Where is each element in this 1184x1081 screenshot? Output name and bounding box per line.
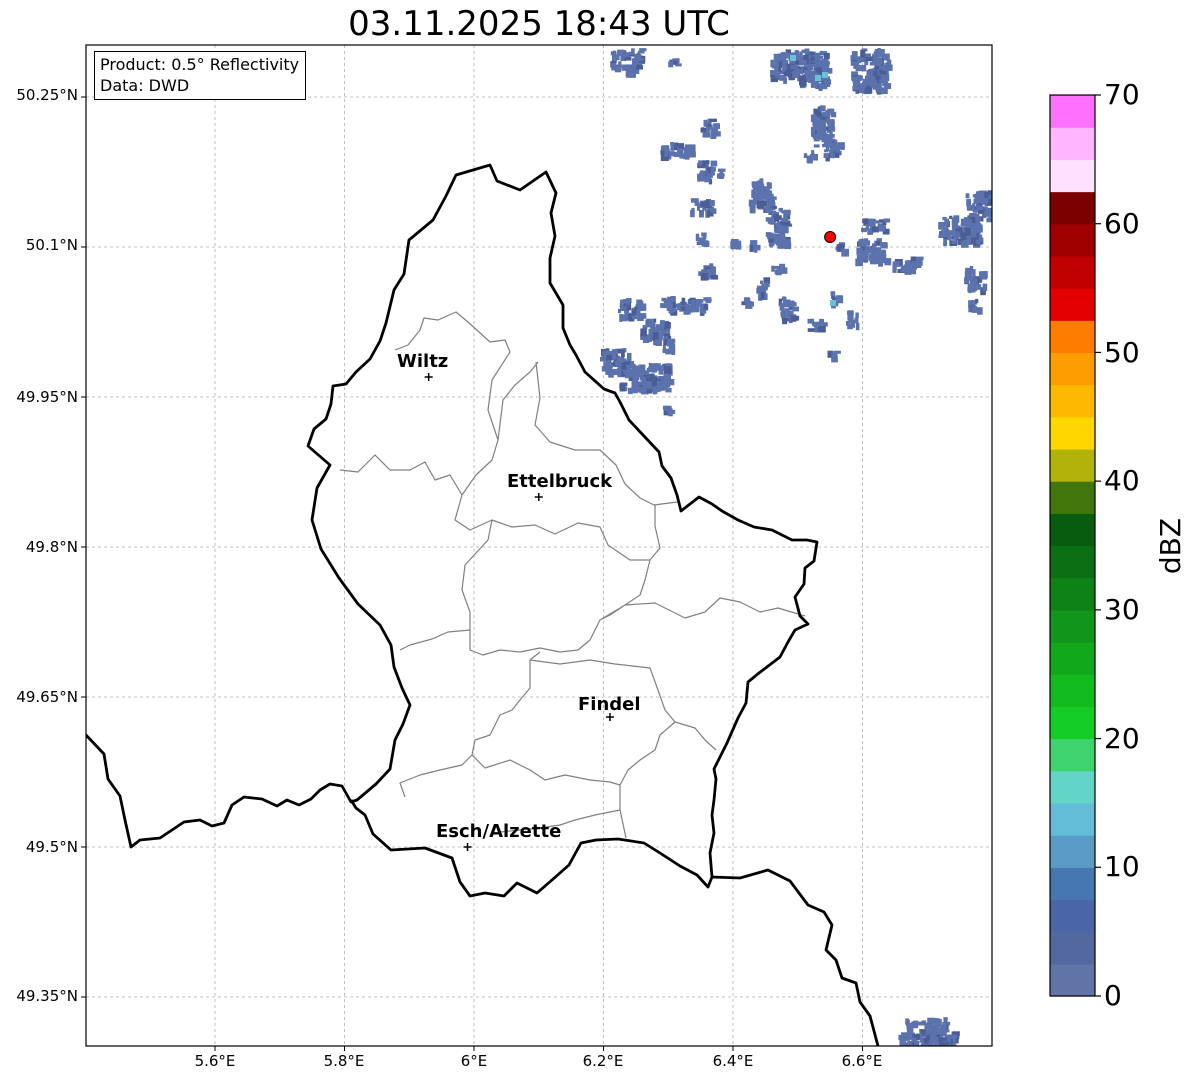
colorbar-swatch [1050, 835, 1095, 868]
city-label-findel: Findel [578, 694, 641, 715]
radar-site-marker [824, 231, 837, 243]
colorbar-swatch [1050, 963, 1095, 997]
colorbar-swatch [1050, 481, 1095, 514]
product-label: Product: 0.5° Reflectivity [100, 55, 300, 74]
colorbar-swatch [1050, 127, 1095, 160]
colorbar-swatch [1050, 223, 1095, 257]
colorbar-tick: 50 [1104, 336, 1140, 369]
colorbar-swatch [1050, 642, 1095, 675]
colorbar-swatch [1050, 255, 1095, 289]
colorbar-swatch [1050, 867, 1095, 901]
colorbar-tick: 10 [1104, 850, 1140, 883]
colorbar-swatch [1050, 191, 1095, 225]
colorbar-swatch [1050, 159, 1095, 193]
data-source-label: Data: DWD [100, 76, 190, 95]
product-info-box: Product: 0.5° Reflectivity Data: DWD [94, 51, 307, 100]
colorbar-swatch [1050, 513, 1095, 547]
colorbar-tick: 20 [1104, 722, 1140, 755]
colorbar-swatch [1050, 609, 1095, 643]
colorbar-swatch [1050, 770, 1095, 804]
lat-label: 49.35°N [16, 987, 78, 1005]
colorbar-swatch [1050, 802, 1095, 836]
colorbar [1050, 95, 1095, 997]
city-label-wiltz: Wiltz [397, 351, 449, 372]
colorbar-swatch [1050, 674, 1095, 707]
colorbar-swatch [1050, 95, 1095, 128]
lat-label: 50.25°N [16, 86, 78, 104]
lat-label: 49.65°N [16, 688, 78, 706]
colorbar-tick: 30 [1104, 593, 1140, 626]
colorbar-swatch [1050, 899, 1095, 933]
lat-label: 49.8°N [25, 538, 78, 556]
colorbar-tick: 60 [1104, 207, 1140, 240]
city-label-esch-alzette: Esch/Alzette [436, 821, 562, 842]
radar-map [81, 44, 1101, 1051]
lon-label: 6.2°E [582, 1052, 624, 1070]
colorbar-swatch [1050, 288, 1095, 321]
colorbar-swatch [1050, 320, 1095, 354]
colorbar-swatch [1050, 384, 1095, 418]
lon-label: 6.4°E [712, 1052, 754, 1070]
colorbar-tick: 40 [1104, 464, 1140, 497]
colorbar-swatch [1050, 738, 1095, 772]
lon-label: 5.6°E [194, 1052, 236, 1070]
colorbar-swatch [1050, 931, 1095, 965]
colorbar-tick: 70 [1104, 78, 1140, 111]
lon-label: 5.8°E [323, 1052, 365, 1070]
city-label-ettelbruck: Ettelbruck [507, 471, 613, 492]
colorbar-swatch [1050, 577, 1095, 611]
colorbar-swatch [1050, 448, 1095, 482]
lon-label: 6°E [460, 1052, 488, 1070]
lat-label: 50.1°N [25, 236, 78, 254]
colorbar-swatch [1050, 352, 1095, 386]
lat-label: 49.5°N [25, 838, 78, 856]
lon-label: 6.6°E [841, 1052, 883, 1070]
colorbar-swatch [1050, 416, 1095, 450]
lat-label: 49.95°N [16, 388, 78, 406]
colorbar-swatch [1050, 545, 1095, 579]
colorbar-label: dBZ [1154, 517, 1184, 575]
colorbar-swatch [1050, 706, 1095, 740]
colorbar-tick: 0 [1104, 979, 1122, 1012]
